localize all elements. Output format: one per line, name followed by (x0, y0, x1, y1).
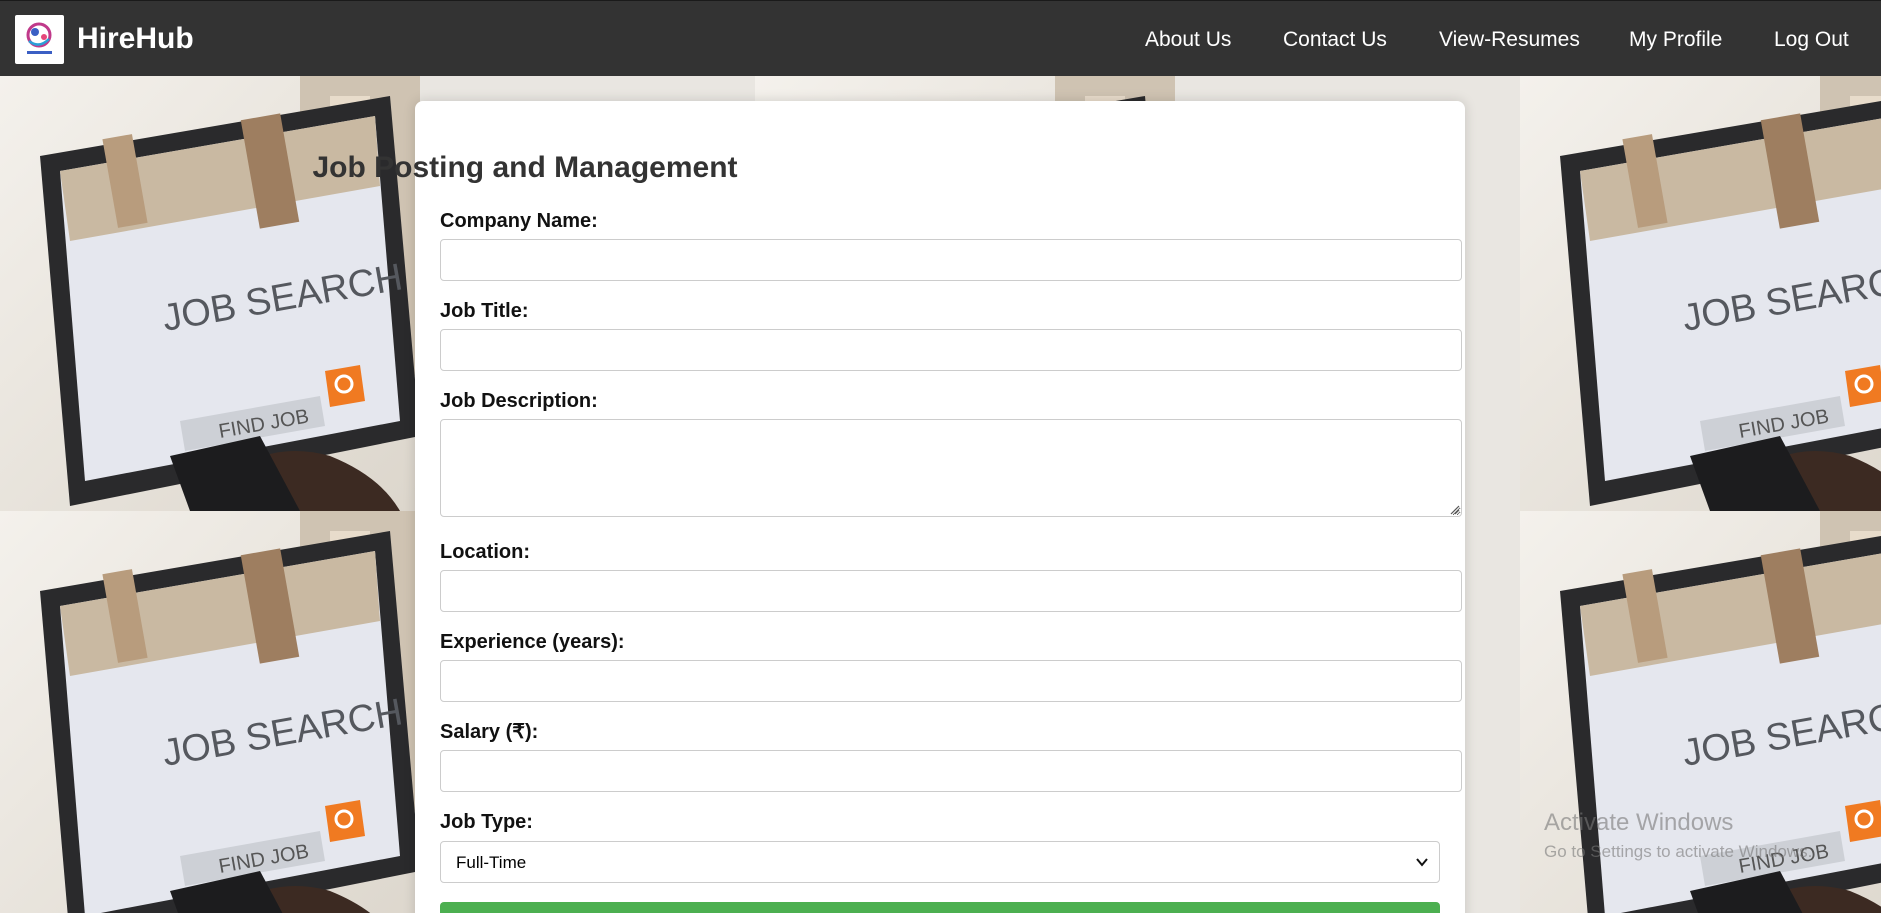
location-label: Location: (440, 541, 530, 563)
activate-windows-watermark-title: Activate Windows (1544, 809, 1734, 836)
nav-my-profile-link[interactable]: My Profile (1629, 27, 1722, 53)
top-navbar: HireHub About Us Contact Us View-Resumes… (0, 0, 1881, 76)
nav-about-us-link[interactable]: About Us (1145, 27, 1231, 53)
salary-input[interactable] (440, 750, 1462, 792)
experience-label: Experience (years): (440, 631, 625, 653)
resize-grip-icon[interactable] (1448, 503, 1460, 515)
job-description-label: Job Description: (440, 390, 598, 412)
job-type-selected-value: Full-Time (456, 853, 527, 872)
company-name-input[interactable] (440, 239, 1462, 281)
job-type-select[interactable]: Full-Time (440, 841, 1440, 883)
nav-links: About Us Contact Us View-Resumes My Prof… (0, 27, 1881, 53)
experience-input[interactable] (440, 660, 1462, 702)
background-tile: JOB SEARCH FIND JOB (1520, 76, 1881, 511)
chevron-down-icon (1416, 858, 1428, 867)
nav-contact-us-link[interactable]: Contact Us (1283, 27, 1387, 53)
submit-job-button[interactable] (440, 902, 1440, 913)
nav-log-out-link[interactable]: Log Out (1774, 27, 1849, 53)
nav-view-resumes-link[interactable]: View-Resumes (1439, 27, 1580, 53)
background-tile: JOB SEARCH FIND JOB (0, 511, 420, 913)
salary-label: Salary (₹): (440, 721, 539, 743)
job-title-input[interactable] (440, 329, 1462, 371)
form-title: Job Posting and Management (312, 151, 738, 184)
company-name-label: Company Name: (440, 210, 598, 232)
location-input[interactable] (440, 570, 1462, 612)
job-description-textarea[interactable] (440, 419, 1462, 517)
background-tile: JOB SEARCH FIND JOB (0, 76, 420, 511)
job-title-label: Job Title: (440, 300, 529, 322)
job-type-label: Job Type: (440, 811, 533, 833)
activate-windows-watermark-subtitle: Go to Settings to activate Windows. (1544, 842, 1813, 861)
